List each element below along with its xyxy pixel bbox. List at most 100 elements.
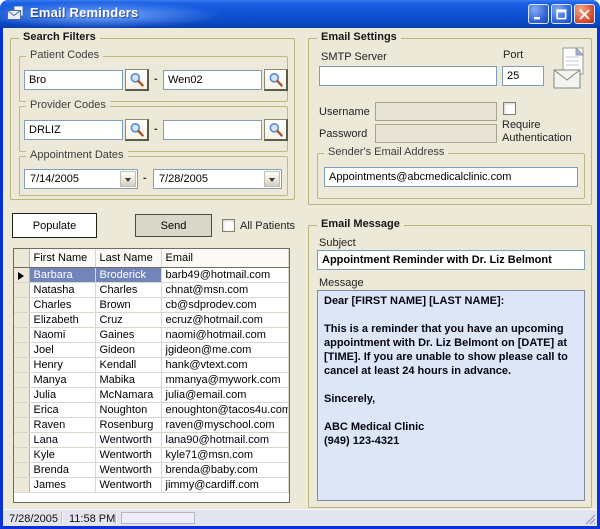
row-selector[interactable] — [14, 282, 29, 297]
sender-email-input[interactable] — [324, 167, 578, 187]
row-selector[interactable] — [14, 387, 29, 402]
port-input[interactable] — [502, 66, 544, 86]
cell-email-name[interactable]: chnat@msn.com — [161, 282, 289, 297]
table-row[interactable]: BarbaraBroderickbarb49@hotmail.com — [14, 267, 289, 282]
patients-grid[interactable]: First Name Last Name Email BarbaraBroder… — [13, 248, 290, 503]
minimize-button[interactable] — [528, 4, 549, 24]
require-authentication-checkbox[interactable] — [503, 102, 516, 115]
send-button[interactable]: Send — [135, 214, 212, 237]
cell-email-name[interactable]: hank@vtext.com — [161, 357, 289, 372]
cell-first-name[interactable]: Lana — [29, 432, 95, 447]
cell-last-name[interactable]: McNamara — [95, 387, 161, 402]
cell-last-name[interactable]: Charles — [95, 282, 161, 297]
date-from-dropdown-button[interactable] — [120, 171, 136, 187]
cell-last-name[interactable]: Kendall — [95, 357, 161, 372]
cell-email-name[interactable]: lana90@hotmail.com — [161, 432, 289, 447]
row-selector[interactable] — [14, 447, 29, 462]
cell-first-name[interactable]: Joel — [29, 342, 95, 357]
table-row[interactable]: RavenRosenburgraven@myschool.com — [14, 417, 289, 432]
date-from-combobox[interactable]: 7/14/2005 — [24, 169, 138, 189]
patient-code-to-lookup-button[interactable] — [264, 69, 288, 91]
row-selector[interactable] — [14, 327, 29, 342]
column-header-first-name[interactable]: First Name — [29, 249, 95, 267]
populate-button[interactable]: Populate — [12, 213, 97, 238]
row-selector[interactable] — [14, 477, 29, 492]
cell-email-name[interactable]: mmanya@mywork.com — [161, 372, 289, 387]
subject-input[interactable] — [317, 250, 585, 270]
cell-last-name[interactable]: Noughton — [95, 402, 161, 417]
cell-email-name[interactable]: jgideon@me.com — [161, 342, 289, 357]
table-row[interactable]: JoelGideonjgideon@me.com — [14, 342, 289, 357]
cell-email-name[interactable]: brenda@baby.com — [161, 462, 289, 477]
provider-code-to-input[interactable] — [163, 120, 262, 140]
cell-last-name[interactable]: Gaines — [95, 327, 161, 342]
column-header-email[interactable]: Email — [161, 249, 289, 267]
date-to-combobox[interactable]: 7/28/2005 — [153, 169, 282, 189]
table-row[interactable]: LanaWentworthlana90@hotmail.com — [14, 432, 289, 447]
table-row[interactable]: BrendaWentworthbrenda@baby.com — [14, 462, 289, 477]
table-row[interactable]: JamesWentworthjimmy@cardiff.com — [14, 477, 289, 492]
resize-grip-icon[interactable] — [583, 512, 596, 525]
maximize-button[interactable] — [551, 4, 572, 24]
row-selector[interactable] — [14, 312, 29, 327]
cell-first-name[interactable]: James — [29, 477, 95, 492]
table-row[interactable]: NatashaCharleschnat@msn.com — [14, 282, 289, 297]
cell-first-name[interactable]: Julia — [29, 387, 95, 402]
cell-first-name[interactable]: Manya — [29, 372, 95, 387]
provider-code-from-input[interactable] — [24, 120, 123, 140]
cell-last-name[interactable]: Gideon — [95, 342, 161, 357]
smtp-server-input[interactable] — [319, 66, 497, 86]
table-row[interactable]: EricaNoughtonenoughton@tacos4u.com — [14, 402, 289, 417]
table-row[interactable]: NaomiGainesnaomi@hotmail.com — [14, 327, 289, 342]
cell-email-name[interactable]: naomi@hotmail.com — [161, 327, 289, 342]
row-selector[interactable] — [14, 267, 29, 282]
cell-email-name[interactable]: jimmy@cardiff.com — [161, 477, 289, 492]
cell-last-name[interactable]: Brown — [95, 297, 161, 312]
titlebar[interactable]: Email Reminders — [0, 0, 600, 28]
cell-first-name[interactable]: Brenda — [29, 462, 95, 477]
cell-last-name[interactable]: Cruz — [95, 312, 161, 327]
cell-email-name[interactable]: raven@myschool.com — [161, 417, 289, 432]
patient-code-from-lookup-button[interactable] — [125, 69, 149, 91]
cell-first-name[interactable]: Kyle — [29, 447, 95, 462]
all-patients-checkbox[interactable] — [222, 219, 235, 232]
cell-first-name[interactable]: Naomi — [29, 327, 95, 342]
row-selector[interactable] — [14, 417, 29, 432]
cell-email-name[interactable]: enoughton@tacos4u.com — [161, 402, 289, 417]
cell-first-name[interactable]: Raven — [29, 417, 95, 432]
row-selector[interactable] — [14, 402, 29, 417]
cell-first-name[interactable]: Erica — [29, 402, 95, 417]
cell-last-name[interactable]: Mabika — [95, 372, 161, 387]
provider-code-to-lookup-button[interactable] — [264, 119, 288, 141]
cell-email-name[interactable]: cb@sdprodev.com — [161, 297, 289, 312]
column-header-last-name[interactable]: Last Name — [95, 249, 161, 267]
cell-first-name[interactable]: Barbara — [29, 267, 95, 282]
table-row[interactable]: ElizabethCruzecruz@hotmail.com — [14, 312, 289, 327]
cell-last-name[interactable]: Wentworth — [95, 462, 161, 477]
row-selector[interactable] — [14, 297, 29, 312]
cell-first-name[interactable]: Henry — [29, 357, 95, 372]
cell-last-name[interactable]: Wentworth — [95, 447, 161, 462]
date-to-dropdown-button[interactable] — [264, 171, 280, 187]
table-row[interactable]: KyleWentworthkyle71@msn.com — [14, 447, 289, 462]
cell-email-name[interactable]: julia@email.com — [161, 387, 289, 402]
table-row[interactable]: CharlesBrowncb@sdprodev.com — [14, 297, 289, 312]
cell-email-name[interactable]: kyle71@msn.com — [161, 447, 289, 462]
cell-email-name[interactable]: ecruz@hotmail.com — [161, 312, 289, 327]
cell-last-name[interactable]: Wentworth — [95, 477, 161, 492]
cell-last-name[interactable]: Rosenburg — [95, 417, 161, 432]
cell-first-name[interactable]: Charles — [29, 297, 95, 312]
row-selector[interactable] — [14, 357, 29, 372]
row-selector[interactable] — [14, 342, 29, 357]
row-selector[interactable] — [14, 462, 29, 477]
patient-code-to-input[interactable] — [163, 70, 262, 90]
patient-code-from-input[interactable] — [24, 70, 123, 90]
cell-last-name[interactable]: Broderick — [95, 267, 161, 282]
cell-email-name[interactable]: barb49@hotmail.com — [161, 267, 289, 282]
cell-last-name[interactable]: Wentworth — [95, 432, 161, 447]
row-selector[interactable] — [14, 432, 29, 447]
cell-first-name[interactable]: Natasha — [29, 282, 95, 297]
close-button[interactable] — [574, 4, 595, 24]
table-row[interactable]: ManyaMabikammanya@mywork.com — [14, 372, 289, 387]
table-row[interactable]: HenryKendallhank@vtext.com — [14, 357, 289, 372]
